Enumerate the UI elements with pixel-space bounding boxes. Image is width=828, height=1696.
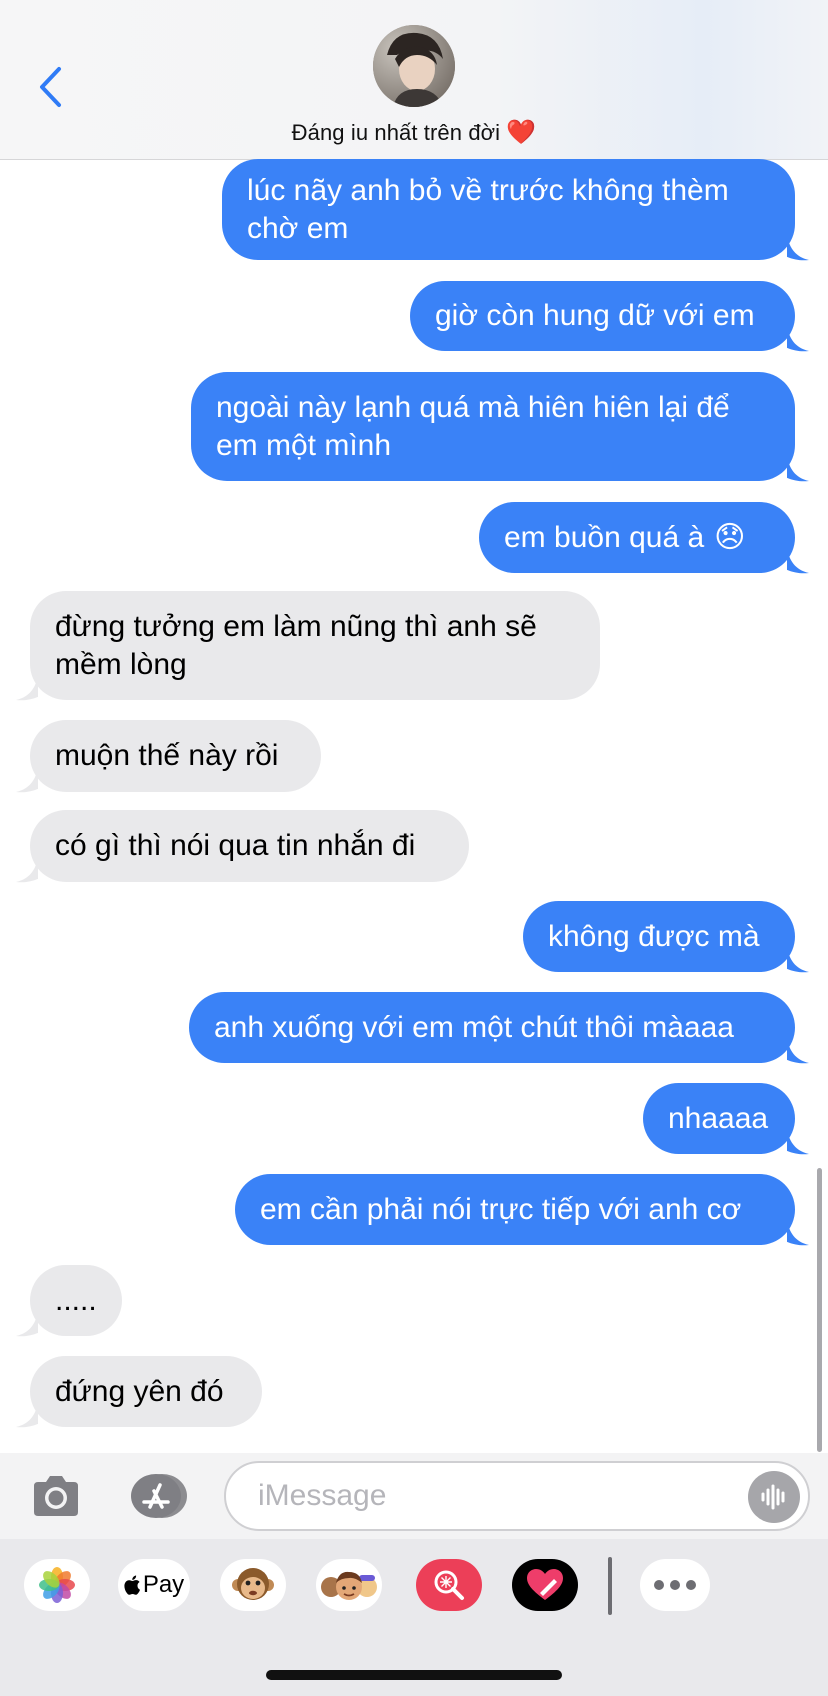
camera-button[interactable] [30, 1470, 82, 1522]
message-text: em buồn quá à [504, 520, 705, 554]
received-message-bubble[interactable]: có gì thì nói qua tin nhắn đi [16, 810, 469, 883]
bubble-tail [16, 1311, 38, 1337]
image-search-button[interactable] [416, 1559, 482, 1611]
message-text: muộn thế này rồi [55, 739, 279, 772]
message-input[interactable]: iMessage [224, 1461, 810, 1531]
received-message-bubble[interactable]: đứng yên đó [16, 1356, 262, 1428]
apple-logo-icon [124, 1575, 140, 1595]
thread-scrollbar[interactable] [817, 1168, 822, 1452]
message-text: em cần phải nói trực tiếp với anh cơ [260, 1192, 742, 1226]
waveform-icon [761, 1484, 785, 1510]
digital-touch-icon [527, 1569, 563, 1600]
bubble-tail [787, 548, 809, 574]
contact-name[interactable]: Đáng iu nhất trên đời ❤️ [0, 118, 828, 147]
sent-message-bubble[interactable]: không được mà [523, 901, 809, 973]
bubble-tail [787, 1129, 809, 1155]
more-apps-icon [654, 1580, 696, 1590]
apple-pay-label: Pay [142, 1571, 185, 1598]
apple-pay-button[interactable]: Pay [118, 1559, 190, 1611]
sent-message-bubble[interactable]: nhaaaa [643, 1083, 809, 1155]
sent-message-bubble[interactable]: lúc nãy anh bỏ về trước không thèm chờ e… [222, 159, 809, 261]
audio-message-button[interactable] [748, 1471, 800, 1523]
sent-message-bubble[interactable]: em cần phải nói trực tiếp với anh cơ [235, 1174, 809, 1246]
contact-avatar[interactable] [373, 25, 455, 107]
camera-icon [34, 1476, 78, 1516]
app-store-button[interactable] [126, 1471, 190, 1521]
animoji-monkey-icon [232, 1568, 274, 1600]
received-message-bubble[interactable]: muộn thế này rồi [16, 720, 321, 793]
compose-bar: iMessage [0, 1453, 828, 1539]
image-search-icon [434, 1570, 464, 1600]
message-text: lúc nãy anh bỏ về trước không thèm chờ e… [247, 173, 729, 245]
bubble-tail [787, 947, 809, 973]
received-message-bubble[interactable]: đừng tưởng em làm nũng thì anh sẽ mềm lò… [16, 591, 600, 701]
app-store-icon [131, 1474, 187, 1518]
sent-message-bubble[interactable]: ngoài này lạnh quá mà hiên hiên lại để e… [191, 372, 809, 482]
bubble-tail [16, 857, 38, 883]
chevron-left-icon [40, 67, 61, 107]
conversation-header: Đáng iu nhất trên đời ❤️ [0, 0, 828, 160]
bubble-tail [787, 235, 809, 261]
bubble-tail [787, 1220, 809, 1246]
message-text: ngoài này lạnh quá mà hiên hiên lại để e… [216, 390, 730, 462]
home-indicator[interactable] [266, 1670, 562, 1680]
received-message-bubble[interactable]: ..... [16, 1265, 122, 1337]
heart-emoji: ❤️ [506, 119, 537, 146]
contact-name-text: Đáng iu nhất trên đời [291, 120, 501, 145]
memoji-button[interactable] [316, 1559, 382, 1611]
bubble-tail [16, 1402, 38, 1428]
bubble-tail [787, 326, 809, 352]
bubble-tail [787, 1038, 809, 1064]
message-text: đứng yên đó [55, 1374, 224, 1408]
drawer-divider [608, 1557, 612, 1615]
bubble-tail [16, 675, 38, 701]
animoji-button[interactable] [220, 1559, 286, 1611]
more-apps-button[interactable] [640, 1559, 710, 1611]
message-text: ..... [55, 1283, 97, 1317]
message-text: anh xuống với em một chút thôi màaaa [214, 1010, 734, 1044]
message-input-placeholder: iMessage [258, 1479, 387, 1512]
bubble-tail [787, 456, 809, 482]
message-thread[interactable]: lúc nãy anh bỏ về trước không thèm chờ e… [0, 159, 828, 1453]
sent-message-bubble[interactable]: giờ còn hung dữ với em [410, 281, 809, 352]
sent-message-bubble[interactable]: anh xuống với em một chút thôi màaaa [189, 992, 809, 1064]
message-text: giờ còn hung dữ với em [435, 299, 755, 332]
photos-app-button[interactable] [24, 1559, 90, 1611]
digital-touch-button[interactable] [512, 1559, 578, 1611]
message-emoji: 😞 [714, 520, 746, 554]
memoji-icon [321, 1571, 377, 1600]
photos-app-icon [39, 1567, 75, 1603]
sent-message-bubble[interactable]: em buồn quá à 😞 [479, 502, 809, 574]
back-button[interactable] [30, 62, 70, 112]
bubble-tail [16, 767, 38, 793]
message-text: đừng tưởng em làm nũng thì anh sẽ mềm lò… [55, 609, 537, 681]
message-text: có gì thì nói qua tin nhắn đi [55, 829, 416, 862]
message-text: nhaaaa [668, 1101, 769, 1135]
message-text: không được mà [548, 919, 760, 953]
